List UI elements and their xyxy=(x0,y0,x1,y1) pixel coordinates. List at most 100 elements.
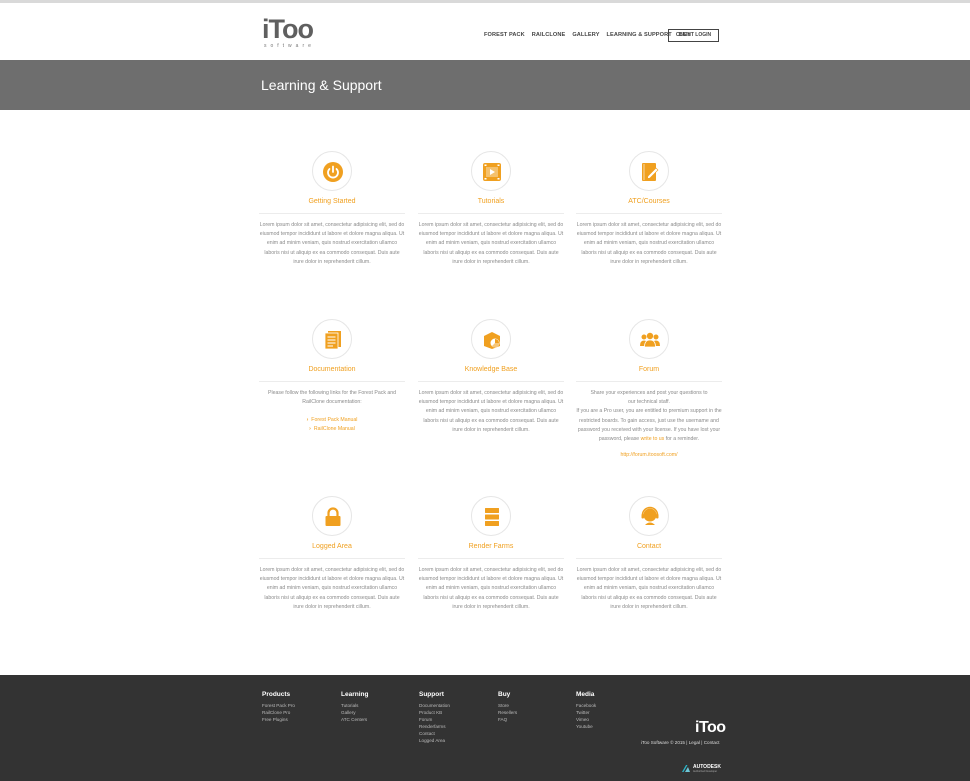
logo-text: iToo xyxy=(262,14,314,44)
card-title[interactable]: Render Farms xyxy=(418,543,564,553)
autodesk-badge: AUTODESK Authorized Developer xyxy=(682,764,721,773)
footer-link[interactable]: Forest Pack Pro xyxy=(262,703,295,710)
forum-pro-end: for a reminder. xyxy=(665,436,700,443)
itoo-logo[interactable]: iToo software xyxy=(262,14,315,50)
footer-heading: Learning xyxy=(341,691,369,698)
footer-link[interactable]: Twitter xyxy=(576,710,596,717)
footer-link[interactable]: Tutorials xyxy=(341,703,368,710)
headset-icon[interactable] xyxy=(629,496,669,536)
card-title[interactable]: Contact xyxy=(576,543,722,553)
footer-column-buy: Buy Store Resellers FAQ xyxy=(498,691,517,724)
nav-learning-support[interactable]: LEARNING & SUPPORT xyxy=(607,32,672,38)
card-title[interactable]: ATC/Courses xyxy=(576,198,722,208)
card-text: Share your experiences and post your que… xyxy=(576,389,722,444)
footer-link[interactable]: Resellers xyxy=(498,710,517,717)
users-icon[interactable] xyxy=(629,319,669,359)
footer-heading: Buy xyxy=(498,691,511,698)
footer-link[interactable]: Renderfarms xyxy=(419,724,450,731)
footer-link[interactable]: Forum xyxy=(419,717,450,724)
card-text: Lorem ipsum dolor sit amet, consectetur … xyxy=(259,222,405,265)
title-banner: Learning & Support xyxy=(0,60,970,110)
footer-link[interactable]: FAQ xyxy=(498,717,517,724)
autodesk-text-block: AUTODESK Authorized Developer xyxy=(693,764,721,773)
card-text: Lorem ipsum dolor sit amet, consectetur … xyxy=(418,222,564,265)
card-title[interactable]: Tutorials xyxy=(418,198,564,208)
card-text: Lorem ipsum dolor sit amet, consectetur … xyxy=(418,390,564,433)
divider xyxy=(576,558,722,559)
footer-link[interactable]: Youtube xyxy=(576,724,596,731)
server-icon[interactable] xyxy=(471,496,511,536)
footer-link[interactable]: Contact xyxy=(419,731,450,738)
footer-column-products: Products Forest Pack Pro RailClone Pro F… xyxy=(262,691,295,724)
card-forum: Forum Share your experiences and post yo… xyxy=(576,319,722,458)
footer-column-support: Support Documentation Product KB Forum R… xyxy=(419,691,450,744)
forum-intro: Share your experiences and post your que… xyxy=(590,390,708,406)
card-text: Lorem ipsum dolor sit amet, consectetur … xyxy=(576,222,722,265)
chevron-right-icon: › xyxy=(309,426,311,433)
chevron-right-icon: › xyxy=(306,417,309,424)
card-text: Please follow the following links for th… xyxy=(267,390,397,406)
write-to-us-link[interactable]: write to us xyxy=(641,436,665,442)
autodesk-logo-icon xyxy=(682,765,690,772)
divider xyxy=(259,558,405,559)
power-icon[interactable] xyxy=(312,151,352,191)
book-pencil-icon[interactable] xyxy=(629,151,669,191)
lock-icon[interactable] xyxy=(312,496,352,536)
client-login-button[interactable]: CLIENT LOGIN xyxy=(668,29,719,42)
nav-forest-pack[interactable]: FOREST PACK xyxy=(484,32,525,38)
card-contact: Contact Lorem ipsum dolor sit amet, cons… xyxy=(576,496,722,612)
divider xyxy=(259,213,405,214)
forum-pro-text: If you are a Pro user, you are entitled … xyxy=(576,407,722,444)
logo-subtext: software xyxy=(264,43,315,49)
forum-url-link[interactable]: http://forum.itoosoft.com/ xyxy=(576,452,722,458)
footer-link[interactable]: Gallery xyxy=(341,710,368,717)
footer-link[interactable]: RailClone Pro xyxy=(262,710,295,717)
card-atc-courses: ATC/Courses Lorem ipsum dolor sit amet, … xyxy=(576,151,722,267)
footer-column-media: Media Facebook Twitter Vimeo Youtube xyxy=(576,691,596,731)
divider xyxy=(259,381,405,382)
site-header: iToo software FOREST PACK RAILCLONE GALL… xyxy=(0,0,970,60)
card-tutorials: Tutorials Lorem ipsum dolor sit amet, co… xyxy=(418,151,564,267)
nav-railclone[interactable]: RAILCLONE xyxy=(532,32,566,38)
footer-link[interactable]: Facebook xyxy=(576,703,596,710)
card-title[interactable]: Knowledge Base xyxy=(418,366,564,376)
card-text: Lorem ipsum dolor sit amet, consectetur … xyxy=(418,567,564,610)
divider xyxy=(576,381,722,382)
footer-link[interactable]: Free Plugins xyxy=(262,717,295,724)
box-chart-icon[interactable] xyxy=(471,319,511,359)
footer-link[interactable]: Product KB xyxy=(419,710,450,717)
footer-column-learning: Learning Tutorials Gallery ATC Centers xyxy=(341,691,368,724)
card-title[interactable]: Forum xyxy=(576,366,722,376)
footer-link[interactable]: ATC Centers xyxy=(341,717,368,724)
card-render-farms: Render Farms Lorem ipsum dolor sit amet,… xyxy=(418,496,564,612)
footer-heading: Support xyxy=(419,691,444,698)
document-icon[interactable] xyxy=(312,319,352,359)
card-getting-started: Getting Started Lorem ipsum dolor sit am… xyxy=(259,151,405,267)
card-documentation: Documentation Please follow the followin… xyxy=(259,319,405,434)
main-nav: FOREST PACK RAILCLONE GALLERY LEARNING &… xyxy=(484,32,698,38)
divider xyxy=(418,381,564,382)
footer-logo[interactable]: iToo xyxy=(695,719,726,737)
page-title: Learning & Support xyxy=(261,77,382,93)
footer-link[interactable]: Store xyxy=(498,703,517,710)
video-icon[interactable] xyxy=(471,151,511,191)
footer-link[interactable]: Logged Area xyxy=(419,738,450,745)
card-title[interactable]: Logged Area xyxy=(259,543,405,553)
card-logged-area: Logged Area Lorem ipsum dolor sit amet, … xyxy=(259,496,405,612)
divider xyxy=(576,213,722,214)
footer-link[interactable]: Vimeo xyxy=(576,717,596,724)
nav-gallery[interactable]: GALLERY xyxy=(572,32,599,38)
card-title[interactable]: Documentation xyxy=(259,366,405,376)
card-text: Lorem ipsum dolor sit amet, consectetur … xyxy=(259,567,405,610)
footer-copyright: iToo Software © 2015 | Legal | Contact xyxy=(641,740,720,745)
footer-link[interactable]: Documentation xyxy=(419,703,450,710)
card-title[interactable]: Getting Started xyxy=(259,198,405,208)
card-knowledge-base: Knowledge Base Lorem ipsum dolor sit ame… xyxy=(418,319,564,435)
forest-pack-manual-link[interactable]: › Forest Pack Manual xyxy=(259,416,405,425)
card-text: Lorem ipsum dolor sit amet, consectetur … xyxy=(576,567,722,610)
manual-links: › Forest Pack Manual › RailClone Manual xyxy=(259,416,405,434)
link-label: Forest Pack Manual xyxy=(311,417,358,424)
link-label: RailClone Manual xyxy=(313,426,355,433)
railclone-manual-link[interactable]: › RailClone Manual xyxy=(259,425,405,434)
divider xyxy=(418,558,564,559)
